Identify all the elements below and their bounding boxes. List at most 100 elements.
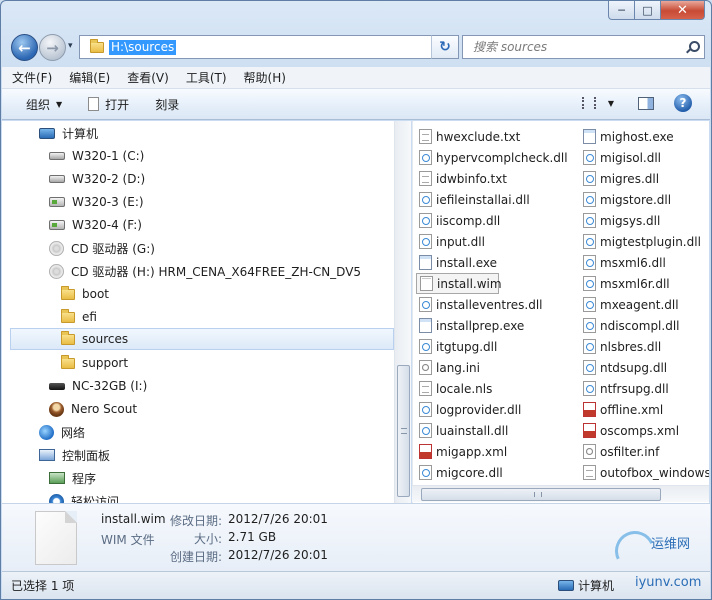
file-list-scrollbar[interactable]	[412, 485, 709, 502]
help-button[interactable]: ?	[674, 94, 692, 112]
back-button[interactable]: ←	[11, 34, 38, 61]
close-button[interactable]: ✕	[661, 1, 705, 20]
status-location: 计算机	[558, 577, 614, 594]
recent-pages-dropdown[interactable]: ▾	[68, 41, 73, 51]
file-item[interactable]: migstore.dll	[583, 189, 671, 210]
file-item[interactable]: ntfrsupg.dll	[583, 378, 669, 399]
scrollbar-thumb[interactable]	[397, 365, 410, 497]
file-item[interactable]: hypervcomplcheck.dll	[419, 147, 568, 168]
file-item[interactable]: migisol.dll	[583, 147, 661, 168]
file-item[interactable]: lang.ini	[419, 357, 480, 378]
menu-file[interactable]: 文件(F)	[12, 69, 52, 86]
navigation-bar: ← → ▾ H:\sources ▾ ↻	[7, 31, 705, 63]
file-item[interactable]: migsys.dll	[583, 210, 660, 231]
file-item[interactable]: osfilter.inf	[583, 441, 659, 462]
change-view-icon[interactable]	[581, 97, 596, 109]
file-item[interactable]: migres.dll	[583, 168, 659, 189]
menu-tools[interactable]: 工具(T)	[186, 69, 227, 86]
file-item[interactable]: outofbox_windows	[583, 462, 709, 483]
large-file-icon	[35, 511, 77, 565]
tree-item-boot[interactable]: boot	[2, 283, 394, 305]
file-item[interactable]: msxml6.dll	[583, 252, 666, 273]
forward-button[interactable]: →	[39, 34, 66, 61]
menu-edit[interactable]: 编辑(E)	[69, 69, 110, 86]
tree-item-drive-d[interactable]: W320-2 (D:)	[2, 168, 394, 190]
ini-file-icon	[419, 360, 432, 375]
search-box[interactable]	[462, 35, 705, 59]
file-item[interactable]: input.dll	[419, 231, 485, 252]
organize-button[interactable]: 组织 ▼	[26, 96, 62, 113]
file-item[interactable]: installeventres.dll	[419, 294, 543, 315]
file-item[interactable]: ndiscompl.dll	[583, 315, 680, 336]
file-item[interactable]: idwbinfo.txt	[419, 168, 507, 189]
tree-item-usb-i[interactable]: NC-32GB (I:)	[2, 375, 394, 397]
preview-pane-icon[interactable]	[638, 96, 654, 110]
file-item[interactable]: mighost.exe	[583, 126, 674, 147]
file-item[interactable]: migapp.xml	[419, 441, 507, 462]
tree-item-cd-h[interactable]: CD 驱动器 (H:) HRM_CENA_X64FREE_ZH-CN_DV5	[2, 260, 394, 282]
tree-item-drive-e[interactable]: W320-3 (E:)	[2, 191, 394, 213]
file-item[interactable]: msxml6r.dll	[583, 273, 670, 294]
text-file-icon	[419, 129, 432, 144]
search-input[interactable]	[471, 39, 671, 55]
tree-item-computer[interactable]: 计算机	[2, 122, 394, 144]
tree-item-ease-of-access[interactable]: 轻松访问	[2, 490, 394, 503]
view-options-chevron-icon[interactable]: ▼	[608, 99, 614, 108]
file-item[interactable]: migtestplugin.dll	[583, 231, 701, 252]
exe-file-icon	[419, 318, 432, 333]
tree-item-label: W320-2 (D:)	[72, 172, 146, 186]
file-item[interactable]: iefileinstallai.dll	[419, 189, 530, 210]
file-item[interactable]: mxeagent.dll	[583, 294, 679, 315]
tree-item-network[interactable]: 网络	[2, 421, 394, 443]
file-item[interactable]: install.exe	[419, 252, 497, 273]
address-bar[interactable]: H:\sources ▾	[79, 35, 459, 59]
navigation-pane-scrollbar[interactable]	[394, 121, 411, 503]
tree-item-cd-g[interactable]: CD 驱动器 (G:)	[2, 237, 394, 259]
tree-item-label: W320-1 (C:)	[72, 149, 145, 163]
scrollbar-thumb[interactable]	[421, 488, 661, 501]
open-button[interactable]: 打开	[88, 96, 129, 113]
file-item[interactable]: ntdsupg.dll	[583, 357, 667, 378]
tree-item-control-panel[interactable]: 控制面板	[2, 444, 394, 466]
address-text[interactable]: H:\sources	[109, 39, 177, 55]
menu-help[interactable]: 帮助(H)	[244, 69, 286, 86]
burn-button[interactable]: 刻录	[155, 96, 179, 113]
minimize-button[interactable]: ─	[608, 1, 635, 20]
file-item[interactable]: hwexclude.txt	[419, 126, 520, 147]
file-item[interactable]: migcore.dll	[419, 462, 503, 483]
file-name: logprovider.dll	[436, 402, 522, 417]
file-name: ntdsupg.dll	[600, 360, 668, 375]
file-item[interactable]: iiscomp.dll	[419, 210, 500, 231]
maximize-button[interactable]: □	[635, 1, 661, 20]
file-name: osfilter.inf	[600, 444, 660, 459]
file-item-selected[interactable]: install.wim	[416, 273, 502, 294]
file-item[interactable]: locale.nls	[419, 378, 492, 399]
file-item[interactable]: offline.xml	[583, 399, 663, 420]
nls-file-icon	[419, 381, 432, 396]
tree-item-drive-f[interactable]: W320-4 (F:)	[2, 214, 394, 236]
tree-item-efi[interactable]: efi	[2, 306, 394, 328]
dll-file-icon	[583, 360, 596, 375]
file-name: installeventres.dll	[436, 297, 543, 312]
file-item[interactable]: luainstall.dll	[419, 420, 508, 441]
tree-item-programs[interactable]: 程序	[2, 467, 394, 489]
tree-item-label: NC-32GB (I:)	[72, 379, 148, 393]
file-item[interactable]: itgtupg.dll	[419, 336, 497, 357]
refresh-button[interactable]: ↻	[431, 35, 459, 59]
file-name: installprep.exe	[436, 318, 525, 333]
dll-file-icon	[583, 213, 596, 228]
tree-item-label: Nero Scout	[71, 402, 138, 416]
navigation-pane: 计算机 W320-1 (C:) W320-2 (D:) W320-3 (E:) …	[2, 121, 394, 503]
search-icon[interactable]	[686, 41, 700, 53]
details-created: 创建日期: 2012/7/26 20:01	[166, 548, 328, 565]
file-item[interactable]: nlsbres.dll	[583, 336, 661, 357]
menu-view[interactable]: 查看(V)	[127, 69, 169, 86]
file-item[interactable]: logprovider.dll	[419, 399, 521, 420]
network-icon	[39, 424, 54, 440]
tree-item-sources[interactable]: sources	[10, 328, 394, 350]
tree-item-nero-scout[interactable]: Nero Scout	[2, 398, 394, 420]
file-item[interactable]: oscomps.xml	[583, 420, 679, 441]
file-item[interactable]: installprep.exe	[419, 315, 524, 336]
tree-item-drive-c[interactable]: W320-1 (C:)	[2, 145, 394, 167]
tree-item-support[interactable]: support	[2, 352, 394, 374]
